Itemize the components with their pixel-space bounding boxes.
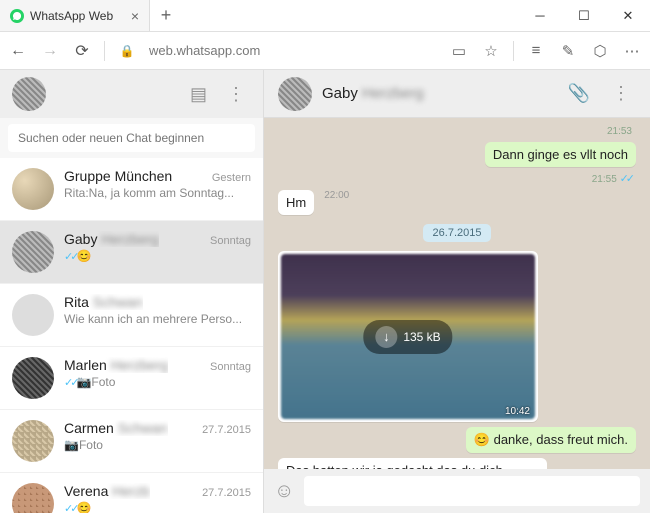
chat-name: Carmen Schwan <box>64 420 168 436</box>
hub-icon[interactable]: ≡ <box>526 42 546 59</box>
note-icon[interactable]: ✎ <box>558 42 578 60</box>
favorite-icon[interactable]: ☆ <box>481 42 501 60</box>
chat-preview: 📷Foto <box>64 438 251 452</box>
chat-title[interactable]: Gaby Herzberg <box>322 85 424 102</box>
chat-preview: Rita:Na, ja komm am Sonntag... <box>64 186 251 200</box>
new-chat-icon[interactable]: ▤ <box>184 84 213 105</box>
message-outgoing[interactable]: 😊 danke, dass freut mich. <box>466 427 636 453</box>
chat-list: Gruppe München Gestern Rita:Na, ja komm a… <box>0 158 263 513</box>
time-stamp: 21:55 ✓✓ <box>592 172 632 185</box>
forward-icon[interactable]: → <box>40 42 60 60</box>
chat-preview: Wie kann ich an mehrere Perso... <box>64 312 251 326</box>
message-pane[interactable]: 21:53 Dann ginge es vllt noch 21:55 ✓✓ H… <box>264 118 650 469</box>
my-avatar[interactable] <box>12 77 46 111</box>
chat-name: Rita Schwan <box>64 294 143 310</box>
download-button[interactable]: ↓ 135 kB <box>363 320 452 354</box>
avatar <box>12 294 54 336</box>
avatar <box>12 357 54 399</box>
my-profile-header: ▤ ⋮ <box>0 70 263 118</box>
chat-menu-icon[interactable]: ⋮ <box>606 83 636 104</box>
message-incoming[interactable]: Hm <box>278 190 314 215</box>
file-size: 135 kB <box>403 330 440 344</box>
chat-name: Gaby Herzberg <box>64 231 159 247</box>
compose-bar: ☺ <box>264 469 650 513</box>
conversation-header: Gaby Herzberg 📎 ⋮ <box>264 70 650 118</box>
message-image[interactable]: ↓ 135 kB 10:42 <box>278 251 538 422</box>
chat-row-rita[interactable]: Rita Schwan Wie kann ich an mehrere Pers… <box>0 284 263 347</box>
address-url[interactable]: web.whatsapp.com <box>149 43 437 58</box>
chat-name: Verena Herzb <box>64 483 150 499</box>
chat-row-verena[interactable]: Verena Herzb 27.7.2015 ✓✓😊 <box>0 473 263 513</box>
window-minimize-icon[interactable]: ─ <box>518 0 562 31</box>
attach-icon[interactable]: 📎 <box>562 83 596 104</box>
window-close-icon[interactable]: ✕ <box>606 0 650 31</box>
chat-name: Marlen Herzberg <box>64 357 168 373</box>
time-stamp: 22:00 <box>324 190 349 201</box>
more-icon[interactable]: ⋯ <box>622 42 642 60</box>
lock-icon: 🔒 <box>117 44 137 58</box>
search-input[interactable] <box>8 124 255 152</box>
message-outgoing[interactable]: Dann ginge es vllt noch <box>485 142 636 167</box>
new-tab-button[interactable]: + <box>150 0 182 31</box>
tab-title: WhatsApp Web <box>30 9 113 23</box>
chat-avatar[interactable] <box>278 77 312 111</box>
chat-row-gruppe-munchen[interactable]: Gruppe München Gestern Rita:Na, ja komm a… <box>0 158 263 221</box>
date-separator: 26.7.2015 <box>423 224 492 242</box>
share-icon[interactable]: ⬡ <box>590 42 610 60</box>
whatsapp-favicon <box>10 9 24 23</box>
chat-preview: ✓✓😊 <box>64 501 251 513</box>
emoji-icon[interactable]: ☺ <box>274 480 294 503</box>
chat-name: Gruppe München <box>64 168 172 184</box>
message-incoming[interactable]: Das hatten wir ja gedacht das du dich fr… <box>278 458 547 469</box>
chat-row-gaby[interactable]: Gaby Herzberg Sonntag ✓✓😊 <box>0 221 263 284</box>
chat-time: Sonntag <box>210 235 251 247</box>
avatar <box>12 231 54 273</box>
separator <box>513 41 514 61</box>
chat-time: Sonntag <box>210 361 251 373</box>
reading-view-icon[interactable]: ▭ <box>449 42 469 60</box>
chat-time: 27.7.2015 <box>202 424 251 436</box>
menu-icon[interactable]: ⋮ <box>221 84 251 105</box>
chat-preview: ✓✓😊 <box>64 249 251 263</box>
chat-row-carmen[interactable]: Carmen Schwan 27.7.2015 📷Foto <box>0 410 263 473</box>
time-stamp: 10:42 <box>505 406 530 417</box>
tab-close-icon[interactable]: × <box>131 8 139 24</box>
avatar <box>12 420 54 462</box>
refresh-icon[interactable]: ⟳ <box>72 41 92 61</box>
back-icon[interactable]: ← <box>8 42 28 60</box>
chat-time: Gestern <box>212 172 251 184</box>
window-maximize-icon[interactable]: ☐ <box>562 0 606 31</box>
chat-time: 27.7.2015 <box>202 487 251 499</box>
avatar <box>12 483 54 513</box>
message-input[interactable] <box>304 476 640 506</box>
separator <box>104 41 105 61</box>
download-icon: ↓ <box>375 326 397 348</box>
chat-preview: ✓✓📷Foto <box>64 375 251 389</box>
chat-row-marlen[interactable]: Marlen Herzberg Sonntag ✓✓📷Foto <box>0 347 263 410</box>
browser-tab[interactable]: WhatsApp Web × <box>0 0 150 31</box>
time-stamp: 21:53 <box>607 126 632 137</box>
avatar <box>12 168 54 210</box>
